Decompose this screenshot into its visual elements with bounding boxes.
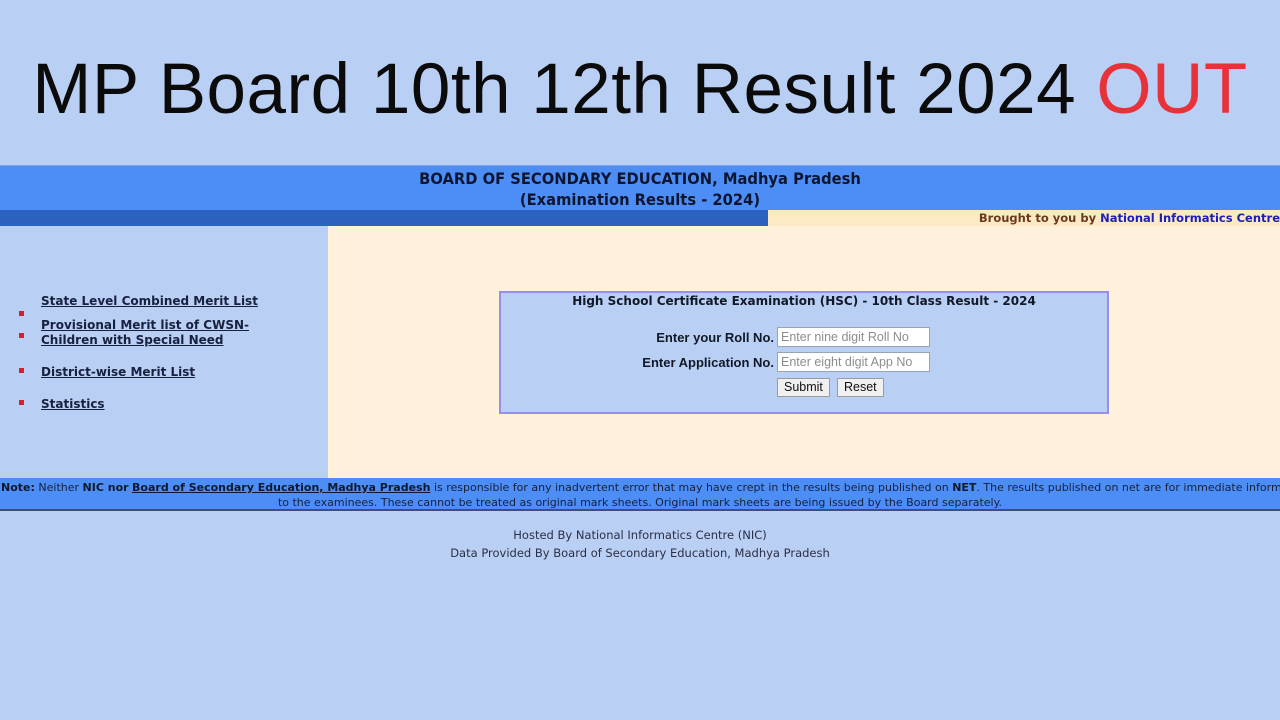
site-title-line2: (Examination Results - 2024) xyxy=(519,190,761,209)
bullet-icon xyxy=(19,400,24,405)
sidebar-item-district-merit: District-wise Merit List xyxy=(0,365,258,397)
note-line2: to the examinees. These cannot be treate… xyxy=(277,496,1003,509)
reset-button[interactable]: Reset xyxy=(837,377,884,397)
form-buttons: Submit Reset xyxy=(777,376,886,397)
note-prefix: Note: xyxy=(1,481,35,494)
site-title: BOARD OF SECONDARY EDUCATION, Madhya Pra… xyxy=(51,166,1229,210)
roll-label: Enter your Roll No. xyxy=(656,330,774,345)
sidebar: State Level Combined Merit List Provisio… xyxy=(0,226,328,478)
note-nic: NIC nor xyxy=(82,481,129,494)
headline-text: MP Board 10th 12th Result 2024 xyxy=(32,50,1077,129)
headline-accent: OUT xyxy=(1096,50,1248,129)
note-text1: is responsible for any inadvertent error… xyxy=(433,481,949,494)
result-form: High School Certificate Examination (HSC… xyxy=(499,291,1109,414)
bullet-icon xyxy=(19,311,24,316)
form-title: High School Certificate Examination (HSC… xyxy=(572,294,1036,308)
state-merit-link[interactable]: State Level Combined Merit List xyxy=(41,294,258,309)
submit-button[interactable]: Submit xyxy=(777,377,830,397)
sidebar-links: State Level Combined Merit List Provisio… xyxy=(0,294,258,412)
credit-org-link[interactable]: National Informatics Centre xyxy=(1100,211,1280,225)
site-header: BOARD OF SECONDARY EDUCATION, Madhya Pra… xyxy=(0,165,1280,210)
cwsn-line2: Children with Special Need xyxy=(41,333,224,347)
footer: Hosted By National Informatics Centre (N… xyxy=(0,526,1280,562)
bullet-icon xyxy=(19,333,24,338)
disclaimer-note: Note: Neither NIC nor Board of Secondary… xyxy=(0,478,1280,511)
sidebar-item-cwsn-merit: Provisional Merit list of CWSN- Children… xyxy=(0,318,258,365)
application-row: Enter Application No. xyxy=(501,352,1107,374)
sub-header-bar: Brought to you by National Informatics C… xyxy=(0,210,1280,226)
footer-data-provided: Data Provided By Board of Secondary Educ… xyxy=(450,546,830,560)
credit-prefix: Brought to you by xyxy=(978,211,1097,225)
note-net: NET xyxy=(952,481,977,494)
main-content: High School Certificate Examination (HSC… xyxy=(328,226,1280,478)
footer-hosted: Hosted By National Informatics Centre (N… xyxy=(513,528,767,542)
headline-banner: MP Board 10th 12th Result 2024 OUT xyxy=(0,40,1280,140)
district-merit-link[interactable]: District-wise Merit List xyxy=(41,365,258,380)
note-line1: Note: Neither NIC nor Board of Secondary… xyxy=(0,478,1280,495)
board-link[interactable]: Board of Secondary Education, Madhya Pra… xyxy=(132,481,430,494)
application-number-input[interactable] xyxy=(777,352,930,372)
bullet-icon xyxy=(19,368,24,373)
statistics-link[interactable]: Statistics xyxy=(41,397,258,412)
cwsn-line1: Provisional Merit list of CWSN- xyxy=(41,318,249,332)
sidebar-item-statistics: Statistics xyxy=(0,397,258,412)
roll-row: Enter your Roll No. xyxy=(501,327,1107,349)
note-text2: . The results published on net are for i… xyxy=(976,481,1280,494)
sidebar-item-state-merit: State Level Combined Merit List xyxy=(0,294,258,318)
site-title-line1: BOARD OF SECONDARY EDUCATION, Madhya Pra… xyxy=(419,169,861,188)
credit-line: Brought to you by National Informatics C… xyxy=(768,210,1280,226)
cwsn-merit-link[interactable]: Provisional Merit list of CWSN- Children… xyxy=(41,318,258,348)
sub-bar-left xyxy=(0,210,768,226)
application-label: Enter Application No. xyxy=(642,355,774,370)
roll-number-input[interactable] xyxy=(777,327,930,347)
note-neither: Neither xyxy=(38,481,80,494)
